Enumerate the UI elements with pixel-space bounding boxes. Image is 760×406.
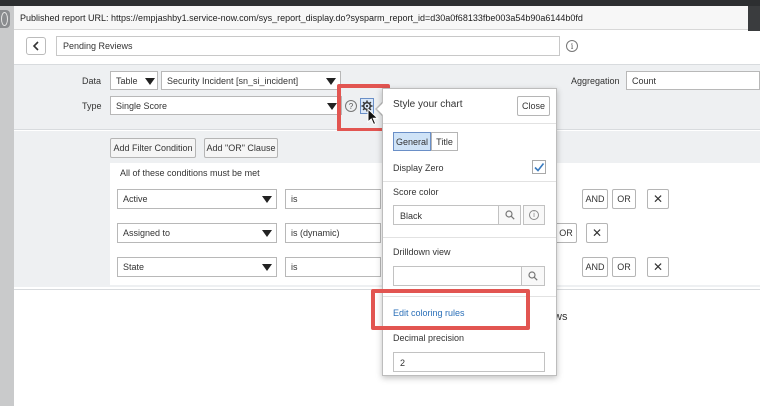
report-title-input[interactable]: Pending Reviews bbox=[56, 36, 560, 56]
divider bbox=[383, 123, 556, 124]
score-color-label: Score color bbox=[393, 187, 439, 197]
popover-title: Style your chart bbox=[393, 99, 463, 110]
condition-operator-value: is bbox=[291, 194, 298, 204]
remove-condition-button[interactable]: ✕ bbox=[586, 223, 608, 243]
chevron-down-icon bbox=[262, 196, 272, 203]
close-icon: ✕ bbox=[652, 260, 664, 274]
type-select[interactable]: Single Score bbox=[110, 96, 342, 115]
window-right-edge bbox=[748, 6, 760, 32]
score-color-value: Black bbox=[400, 211, 423, 221]
add-filter-condition-button[interactable]: Add Filter Condition bbox=[110, 138, 196, 158]
score-color-input[interactable]: Black bbox=[393, 205, 499, 225]
checkmark-icon bbox=[534, 163, 545, 172]
type-label: Type bbox=[82, 101, 102, 111]
divider bbox=[383, 181, 556, 182]
popover-arrow-fill bbox=[377, 103, 383, 115]
condition-field-value: Active bbox=[123, 194, 148, 204]
close-icon: ✕ bbox=[652, 192, 664, 206]
tab-general[interactable]: General bbox=[393, 132, 431, 151]
condition-operator-select[interactable]: is (dynamic) bbox=[285, 223, 381, 243]
search-icon bbox=[504, 210, 515, 220]
display-zero-checkbox[interactable] bbox=[532, 160, 546, 174]
data-label: Data bbox=[82, 76, 102, 86]
or-button[interactable]: OR bbox=[612, 257, 636, 277]
score-color-lookup-button[interactable] bbox=[499, 205, 521, 225]
aggregation-select[interactable]: Count bbox=[626, 71, 760, 90]
or-button[interactable]: OR bbox=[555, 223, 577, 243]
type-value: Single Score bbox=[116, 101, 168, 111]
or-button[interactable]: OR bbox=[612, 189, 636, 209]
condition-field-value: Assigned to bbox=[123, 228, 171, 238]
chevron-down-icon bbox=[262, 264, 272, 271]
coloring-rules-highlight-box bbox=[371, 289, 530, 330]
chevron-down-icon bbox=[326, 78, 336, 85]
decimal-precision-label: Decimal precision bbox=[393, 333, 465, 343]
chevron-down-icon bbox=[327, 103, 337, 110]
chevron-down-icon bbox=[145, 78, 155, 85]
add-or-clause-button[interactable]: Add "OR" Clause bbox=[204, 138, 278, 158]
display-zero-label: Display Zero bbox=[393, 163, 444, 173]
aggregation-value: Count bbox=[632, 76, 657, 86]
window-left-frame bbox=[0, 6, 14, 406]
table-select[interactable]: Security Incident [sn_si_incident] bbox=[161, 71, 341, 90]
table-value: Security Incident [sn_si_incident] bbox=[167, 76, 299, 86]
conditions-heading: All of these conditions must be met bbox=[120, 168, 260, 178]
search-icon bbox=[528, 271, 538, 281]
remove-condition-button[interactable]: ✕ bbox=[647, 257, 669, 277]
chevron-down-icon bbox=[262, 230, 272, 237]
info-icon: i bbox=[529, 210, 539, 220]
condition-field-select[interactable]: State bbox=[117, 257, 277, 277]
tab-title[interactable]: Title bbox=[431, 132, 458, 151]
close-button[interactable]: Close bbox=[517, 96, 550, 116]
drilldown-input[interactable] bbox=[393, 266, 522, 286]
decimal-precision-value: 2 bbox=[400, 358, 406, 368]
close-icon: ✕ bbox=[591, 226, 603, 240]
and-button[interactable]: AND bbox=[582, 189, 608, 209]
chevron-left-icon bbox=[32, 41, 39, 51]
data-source-value: Table bbox=[116, 76, 138, 86]
condition-operator-value: is (dynamic) bbox=[291, 228, 340, 238]
published-url-text[interactable]: Published report URL: https://empjashby1… bbox=[20, 13, 583, 23]
back-button[interactable] bbox=[26, 37, 46, 55]
decimal-precision-input[interactable]: 2 bbox=[393, 352, 545, 372]
remove-condition-button[interactable]: ✕ bbox=[647, 189, 669, 209]
drilldown-lookup-button[interactable] bbox=[522, 266, 545, 286]
score-color-info-button[interactable]: i bbox=[523, 205, 545, 225]
aggregation-label: Aggregation bbox=[571, 76, 620, 86]
condition-operator-select[interactable]: is bbox=[285, 257, 381, 277]
info-icon[interactable]: i bbox=[566, 40, 578, 52]
and-button[interactable]: AND bbox=[582, 257, 608, 277]
drilldown-label: Drilldown view bbox=[393, 247, 451, 257]
condition-operator-select[interactable]: is bbox=[285, 189, 381, 209]
condition-operator-value: is bbox=[291, 262, 298, 272]
divider bbox=[383, 237, 556, 238]
condition-field-select[interactable]: Assigned to bbox=[117, 223, 277, 243]
app-icon bbox=[0, 10, 10, 28]
condition-field-value: State bbox=[123, 262, 145, 272]
condition-field-select[interactable]: Active bbox=[117, 189, 277, 209]
